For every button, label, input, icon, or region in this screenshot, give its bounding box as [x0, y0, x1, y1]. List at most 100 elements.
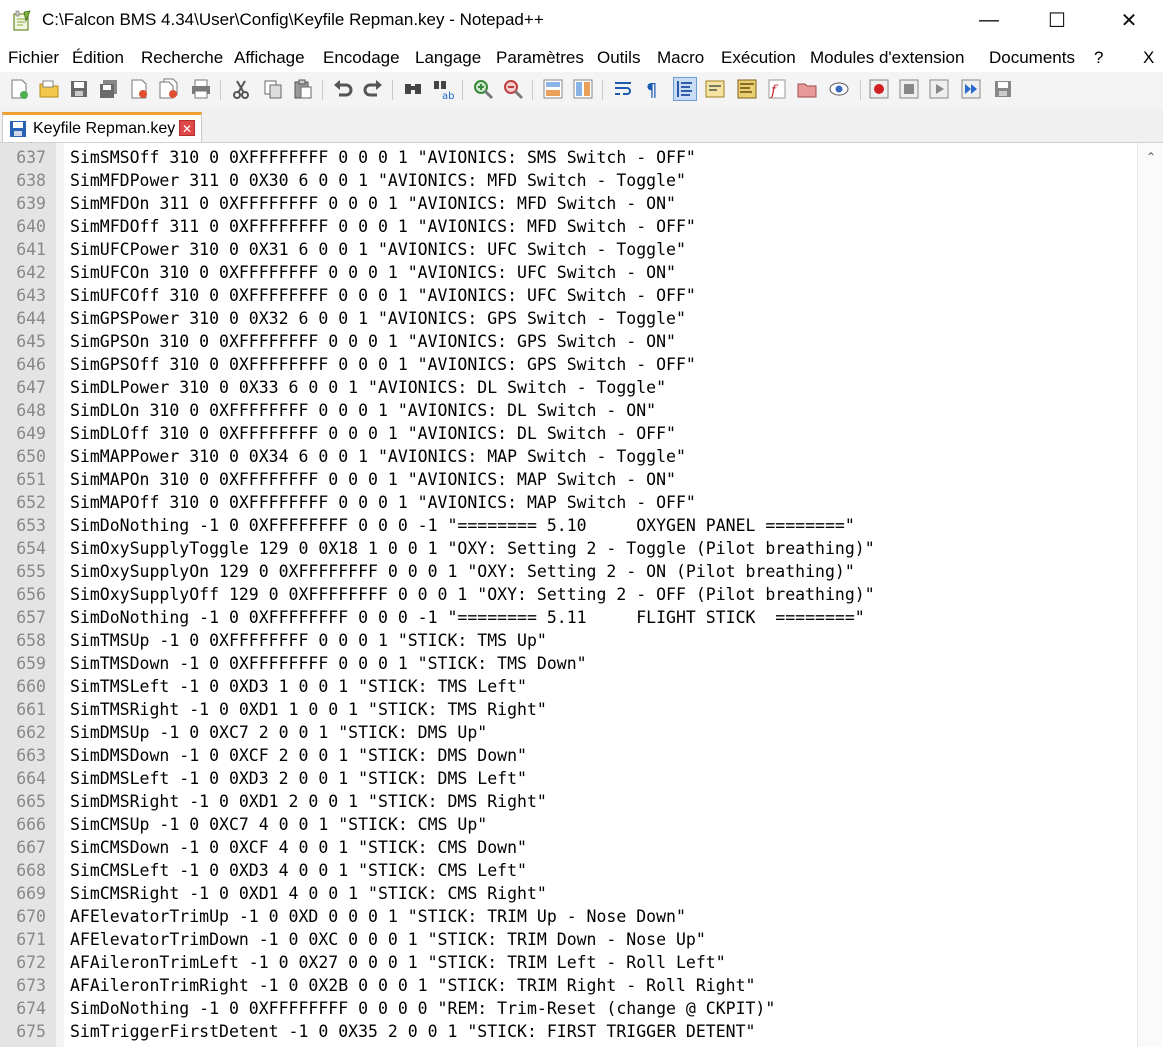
copy-icon[interactable]	[262, 78, 284, 100]
sync-vertical-icon[interactable]	[542, 78, 564, 100]
monitoring-icon[interactable]	[828, 78, 850, 100]
code-line[interactable]: 653 SimDoNothing -1 0 0XFFFFFFFF 0 0 0 -1…	[0, 514, 1137, 537]
code-line[interactable]: 668 SimCMSLeft -1 0 0XD3 4 0 0 1 "STICK: …	[0, 859, 1137, 882]
close-document-button[interactable]: X	[1143, 48, 1154, 68]
print-icon[interactable]	[190, 78, 212, 100]
menu-edition[interactable]: Édition	[72, 48, 124, 68]
line-text[interactable]: SimDLOn 310 0 0XFFFFFFFF 0 0 0 1 "AVIONI…	[70, 399, 656, 422]
line-text[interactable]: SimOxySupplyOff 129 0 0XFFFFFFFF 0 0 0 1…	[70, 583, 875, 606]
code-line[interactable]: 661 SimTMSRight -1 0 0XD1 1 0 0 1 "STICK:…	[0, 698, 1137, 721]
code-line[interactable]: 651 SimMAPOn 310 0 0XFFFFFFFF 0 0 0 1 "AV…	[0, 468, 1137, 491]
line-text[interactable]: SimDMSLeft -1 0 0XD3 2 0 0 1 "STICK: DMS…	[70, 767, 527, 790]
show-all-chars-icon[interactable]: ¶	[642, 78, 664, 100]
code-line[interactable]: 656 SimOxySupplyOff 129 0 0XFFFFFFFF 0 0 …	[0, 583, 1137, 606]
tab-keyfile-repman[interactable]: Keyfile Repman.key ✕	[2, 112, 202, 142]
minimize-button[interactable]: —	[966, 0, 1012, 40]
code-line[interactable]: 642 SimUFCOn 310 0 0XFFFFFFFF 0 0 0 1 "AV…	[0, 261, 1137, 284]
line-text[interactable]: SimGPSPower 310 0 0X32 6 0 0 1 "AVIONICS…	[70, 307, 686, 330]
line-text[interactable]: SimMFDOff 311 0 0XFFFFFFFF 0 0 0 1 "AVIO…	[70, 215, 696, 238]
menu-execution[interactable]: Exécution	[721, 48, 796, 68]
line-text[interactable]: SimMFDOn 311 0 0XFFFFFFFF 0 0 0 1 "AVION…	[70, 192, 676, 215]
line-text[interactable]: SimDoNothing -1 0 0XFFFFFFFF 0 0 0 -1 "=…	[70, 606, 865, 629]
tab-close-icon[interactable]: ✕	[179, 120, 195, 136]
save-macro-icon[interactable]	[992, 78, 1014, 100]
code-line[interactable]: 641 SimUFCPower 310 0 0X31 6 0 0 1 "AVION…	[0, 238, 1137, 261]
code-line[interactable]: 654 SimOxySupplyToggle 129 0 0X18 1 0 0 1…	[0, 537, 1137, 560]
line-text[interactable]: AFElevatorTrimUp -1 0 0XD 0 0 0 1 "STICK…	[70, 905, 686, 928]
code-line[interactable]: 646 SimGPSOff 310 0 0XFFFFFFFF 0 0 0 1 "A…	[0, 353, 1137, 376]
indent-guide-icon[interactable]	[673, 77, 697, 101]
line-text[interactable]: SimTMSRight -1 0 0XD1 1 0 0 1 "STICK: TM…	[70, 698, 547, 721]
line-text[interactable]: SimMFDPower 311 0 0X30 6 0 0 1 "AVIONICS…	[70, 169, 686, 192]
doc-map-icon[interactable]	[736, 78, 758, 100]
run-macro-multiple-icon[interactable]	[960, 78, 982, 100]
code-line[interactable]: 649 SimDLOff 310 0 0XFFFFFFFF 0 0 0 1 "AV…	[0, 422, 1137, 445]
zoom-out-icon[interactable]	[502, 78, 524, 100]
vertical-scrollbar[interactable]: ⌃	[1137, 143, 1163, 1047]
menu-documents[interactable]: Documents	[989, 48, 1075, 68]
line-text[interactable]: SimDLPower 310 0 0X33 6 0 0 1 "AVIONICS:…	[70, 376, 666, 399]
cut-icon[interactable]	[230, 78, 252, 100]
code-line[interactable]: 667 SimCMSDown -1 0 0XCF 4 0 0 1 "STICK: …	[0, 836, 1137, 859]
line-text[interactable]: SimDMSDown -1 0 0XCF 2 0 0 1 "STICK: DMS…	[70, 744, 527, 767]
code-line[interactable]: 666 SimCMSUp -1 0 0XC7 4 0 0 1 "STICK: CM…	[0, 813, 1137, 836]
menu-modules[interactable]: Modules d'extension	[810, 48, 964, 68]
line-text[interactable]: SimTriggerFirstDetent -1 0 0X35 2 0 0 1 …	[70, 1020, 755, 1043]
line-text[interactable]: SimTMSLeft -1 0 0XD3 1 0 0 1 "STICK: TMS…	[70, 675, 527, 698]
line-text[interactable]: AFAileronTrimRight -1 0 0X2B 0 0 0 1 "ST…	[70, 974, 755, 997]
code-line[interactable]: 643 SimUFCOff 310 0 0XFFFFFFFF 0 0 0 1 "A…	[0, 284, 1137, 307]
menu-macro[interactable]: Macro	[657, 48, 704, 68]
menu-fichier[interactable]: Fichier	[8, 48, 59, 68]
code-line[interactable]: 670 AFElevatorTrimUp -1 0 0XD 0 0 0 1 "ST…	[0, 905, 1137, 928]
line-text[interactable]: SimOxySupplyOn 129 0 0XFFFFFFFF 0 0 0 1 …	[70, 560, 855, 583]
line-text[interactable]: AFAileronTrimLeft -1 0 0X27 0 0 0 1 "STI…	[70, 951, 726, 974]
line-text[interactable]: SimCMSLeft -1 0 0XD3 4 0 0 1 "STICK: CMS…	[70, 859, 527, 882]
code-line[interactable]: 645 SimGPSOn 310 0 0XFFFFFFFF 0 0 0 1 "AV…	[0, 330, 1137, 353]
code-line[interactable]: 657 SimDoNothing -1 0 0XFFFFFFFF 0 0 0 -1…	[0, 606, 1137, 629]
play-macro-icon[interactable]	[928, 78, 950, 100]
function-list-icon[interactable]: f	[766, 78, 788, 100]
line-text[interactable]: SimCMSRight -1 0 0XD1 4 0 0 1 "STICK: CM…	[70, 882, 547, 905]
line-text[interactable]: SimMAPOff 310 0 0XFFFFFFFF 0 0 0 1 "AVIO…	[70, 491, 696, 514]
line-text[interactable]: SimOxySupplyToggle 129 0 0X18 1 0 0 1 "O…	[70, 537, 875, 560]
menu-encodage[interactable]: Encodage	[323, 48, 400, 68]
save-icon[interactable]	[68, 78, 90, 100]
redo-icon[interactable]	[362, 78, 384, 100]
code-line[interactable]: 638 SimMFDPower 311 0 0X30 6 0 0 1 "AVION…	[0, 169, 1137, 192]
code-line[interactable]: 660 SimTMSLeft -1 0 0XD3 1 0 0 1 "STICK: …	[0, 675, 1137, 698]
find-icon[interactable]	[402, 78, 424, 100]
editor[interactable]: 637 SimSMSOff 310 0 0XFFFFFFFF 0 0 0 1 "A…	[0, 143, 1163, 1047]
zoom-in-icon[interactable]	[472, 78, 494, 100]
code-line[interactable]: 669 SimCMSRight -1 0 0XD1 4 0 0 1 "STICK:…	[0, 882, 1137, 905]
line-text[interactable]: SimUFCOff 310 0 0XFFFFFFFF 0 0 0 1 "AVIO…	[70, 284, 696, 307]
line-text[interactable]: SimCMSDown -1 0 0XCF 4 0 0 1 "STICK: CMS…	[70, 836, 527, 859]
line-text[interactable]: SimTMSUp -1 0 0XFFFFFFFF 0 0 0 1 "STICK:…	[70, 629, 547, 652]
code-line[interactable]: 644 SimGPSPower 310 0 0X32 6 0 0 1 "AVION…	[0, 307, 1137, 330]
line-text[interactable]: SimDMSUp -1 0 0XC7 2 0 0 1 "STICK: DMS U…	[70, 721, 487, 744]
menu-recherche[interactable]: Recherche	[141, 48, 223, 68]
code-line[interactable]: 652 SimMAPOff 310 0 0XFFFFFFFF 0 0 0 1 "A…	[0, 491, 1137, 514]
code-line[interactable]: 671 AFElevatorTrimDown -1 0 0XC 0 0 0 1 "…	[0, 928, 1137, 951]
folder-workspace-icon[interactable]	[796, 78, 818, 100]
code-line[interactable]: 648 SimDLOn 310 0 0XFFFFFFFF 0 0 0 1 "AVI…	[0, 399, 1137, 422]
scroll-up-arrow-icon[interactable]: ⌃	[1138, 147, 1163, 167]
line-text[interactable]: SimSMSOff 310 0 0XFFFFFFFF 0 0 0 1 "AVIO…	[70, 146, 696, 169]
undo-icon[interactable]	[332, 78, 354, 100]
udl-icon[interactable]	[704, 78, 726, 100]
close-all-icon[interactable]	[158, 78, 180, 100]
code-line[interactable]: 658 SimTMSUp -1 0 0XFFFFFFFF 0 0 0 1 "STI…	[0, 629, 1137, 652]
menu-outils[interactable]: Outils	[597, 48, 640, 68]
code-line[interactable]: 655 SimOxySupplyOn 129 0 0XFFFFFFFF 0 0 0…	[0, 560, 1137, 583]
menu-langage[interactable]: Langage	[415, 48, 481, 68]
code-line[interactable]: 640 SimMFDOff 311 0 0XFFFFFFFF 0 0 0 1 "A…	[0, 215, 1137, 238]
code-line[interactable]: 639 SimMFDOn 311 0 0XFFFFFFFF 0 0 0 1 "AV…	[0, 192, 1137, 215]
line-text[interactable]: SimGPSOff 310 0 0XFFFFFFFF 0 0 0 1 "AVIO…	[70, 353, 696, 376]
code-line[interactable]: 650 SimMAPPower 310 0 0X34 6 0 0 1 "AVION…	[0, 445, 1137, 468]
code-line[interactable]: 665 SimDMSRight -1 0 0XD1 2 0 0 1 "STICK:…	[0, 790, 1137, 813]
line-text[interactable]: SimMAPPower 310 0 0X34 6 0 0 1 "AVIONICS…	[70, 445, 686, 468]
menu-parametres[interactable]: Paramètres	[496, 48, 584, 68]
code-line[interactable]: 675 SimTriggerFirstDetent -1 0 0X35 2 0 0…	[0, 1020, 1137, 1043]
line-text[interactable]: AFElevatorTrimDown -1 0 0XC 0 0 0 1 "STI…	[70, 928, 706, 951]
line-text[interactable]: SimDoNothing -1 0 0XFFFFFFFF 0 0 0 0 "RE…	[70, 997, 775, 1020]
line-text[interactable]: SimCMSUp -1 0 0XC7 4 0 0 1 "STICK: CMS U…	[70, 813, 487, 836]
